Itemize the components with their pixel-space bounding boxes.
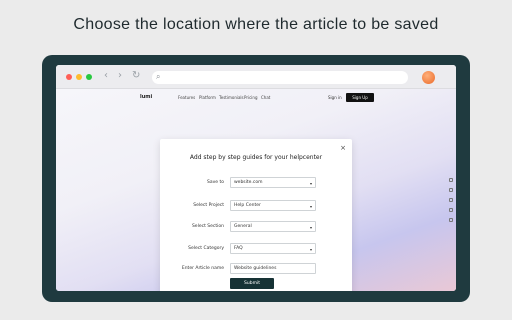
browser-toolbar: ‹ › ↻ ⌕ — [56, 65, 456, 89]
forward-icon[interactable]: › — [118, 70, 122, 81]
field-label: Save to — [207, 180, 224, 185]
web-page: lumi Features Platform Testimonials Pric… — [56, 89, 456, 291]
select-value: FAQ — [234, 246, 243, 251]
form-row-project: Select Project Help Center ▾ — [160, 200, 352, 212]
article-name-input[interactable]: Website guidelines — [230, 263, 316, 274]
form-row-section: Select Section General ▾ — [160, 221, 352, 233]
tool-icon[interactable] — [449, 188, 453, 192]
submit-button[interactable]: Submit — [230, 278, 274, 289]
chevron-down-icon: ▾ — [309, 247, 312, 252]
chevron-down-icon: ▾ — [309, 225, 312, 230]
tool-icon[interactable] — [449, 208, 453, 212]
signup-button[interactable]: Sign Up — [346, 93, 374, 102]
tool-icon[interactable] — [449, 218, 453, 222]
field-label: Select Category — [188, 246, 224, 251]
form-row-category: Select Category FAQ ▾ — [160, 243, 352, 255]
avatar[interactable] — [422, 71, 435, 84]
input-value: Website guidelines — [234, 266, 277, 271]
field-label: Enter Article name — [181, 266, 224, 271]
form-row-save-to: Save to website.com ▾ — [160, 177, 352, 189]
reload-icon[interactable]: ↻ — [132, 70, 140, 81]
tool-icon[interactable] — [449, 178, 453, 182]
close-window-button[interactable] — [66, 74, 72, 80]
back-icon[interactable]: ‹ — [104, 70, 108, 81]
select-value: Help Center — [234, 203, 261, 208]
search-icon: ⌕ — [156, 72, 161, 81]
login-link[interactable]: Sign in — [328, 95, 342, 100]
project-select[interactable]: Help Center ▾ — [230, 200, 316, 211]
site-navbar: lumi Features Platform Testimonials Pric… — [56, 89, 456, 105]
category-select[interactable]: FAQ ▾ — [230, 243, 316, 254]
chevron-down-icon: ▾ — [309, 204, 312, 209]
dialog-title: Add step by step guides for your helpcen… — [189, 154, 323, 161]
field-label: Select Section — [191, 224, 224, 229]
headline: Choose the location where the article to… — [73, 16, 439, 33]
form-row-article-name: Enter Article name Website guidelines — [160, 263, 352, 275]
select-value: website.com — [234, 180, 263, 185]
nav-link[interactable]: Pricing — [244, 95, 257, 100]
nav-link[interactable]: Features — [178, 95, 195, 100]
nav-link[interactable]: Platform — [199, 95, 216, 100]
maximize-window-button[interactable] — [86, 74, 92, 80]
address-bar[interactable]: ⌕ — [152, 71, 408, 84]
nav-link[interactable]: Chat — [261, 95, 270, 100]
browser-window: ‹ › ↻ ⌕ lumi Features Platform Testimoni… — [56, 65, 456, 291]
select-value: General — [234, 224, 252, 229]
nav-link[interactable]: Testimonials — [219, 95, 244, 100]
site-logo[interactable]: lumi — [140, 94, 152, 100]
save-to-select[interactable]: website.com ▾ — [230, 177, 316, 188]
minimize-window-button[interactable] — [76, 74, 82, 80]
chevron-down-icon: ▾ — [309, 181, 312, 186]
save-article-dialog: × Add step by step guides for your helpc… — [160, 139, 352, 291]
side-toolbar — [449, 178, 455, 228]
tool-icon[interactable] — [449, 198, 453, 202]
field-label: Select Project — [193, 203, 224, 208]
close-icon[interactable]: × — [340, 145, 346, 152]
section-select[interactable]: General ▾ — [230, 221, 316, 232]
